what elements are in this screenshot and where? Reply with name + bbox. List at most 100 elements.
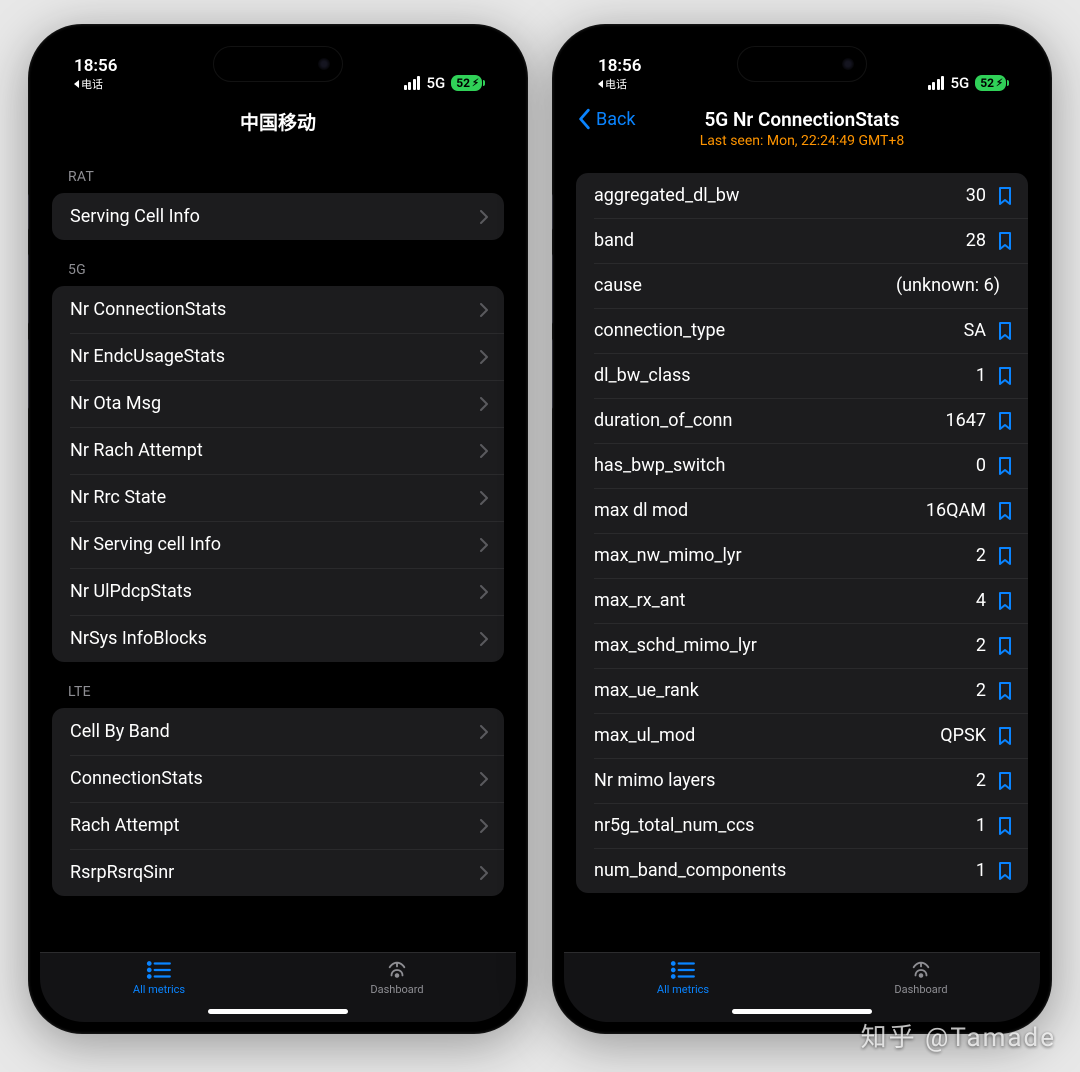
chevron-right-icon (480, 538, 488, 552)
list-item-label: Nr Rrc State (70, 487, 166, 508)
list-item[interactable]: Nr Serving cell Info (52, 521, 504, 568)
list-item[interactable]: Nr UlPdcpStats (52, 568, 504, 615)
bookmark-icon[interactable] (998, 187, 1012, 205)
screen-left: 18:56 电话 5G 52⚡︎ 中国移动 RATServing Cell In… (40, 36, 516, 1022)
content-right[interactable]: aggregated_dl_bw30band28cause(unknown: 6… (564, 161, 1040, 952)
stat-value: 2 (976, 770, 986, 791)
chevron-right-icon (480, 725, 488, 739)
bookmark-icon[interactable] (998, 502, 1012, 520)
section-header: LTE (52, 662, 504, 708)
chevron-right-icon (480, 303, 488, 317)
stat-row: max_ue_rank2 (576, 668, 1028, 713)
bookmark-icon[interactable] (998, 772, 1012, 790)
phone-right: 18:56 电话 5G 52⚡︎ Back 5G Nr ConnectionSt… (552, 24, 1052, 1034)
list-item[interactable]: Nr Rrc State (52, 474, 504, 521)
stat-value: 2 (976, 680, 986, 701)
stat-value: 1 (976, 365, 986, 386)
list-item[interactable]: Nr ConnectionStats (52, 286, 504, 333)
chevron-left-icon (578, 108, 592, 130)
bookmark-icon[interactable] (998, 862, 1012, 880)
tab-all-metrics[interactable]: All metrics (40, 959, 278, 996)
stat-key: duration_of_conn (594, 410, 946, 431)
content-left[interactable]: RATServing Cell Info5GNr ConnectionStats… (40, 147, 516, 952)
home-indicator[interactable] (564, 1000, 1040, 1022)
bookmark-icon[interactable] (998, 682, 1012, 700)
stat-row: duration_of_conn1647 (576, 398, 1028, 443)
stat-key: max_schd_mimo_lyr (594, 635, 976, 656)
tab-all-metrics[interactable]: All metrics (564, 959, 802, 996)
bookmark-icon[interactable] (998, 727, 1012, 745)
stats-group: aggregated_dl_bw30band28cause(unknown: 6… (576, 173, 1028, 893)
list-item[interactable]: NrSys InfoBlocks (52, 615, 504, 662)
stat-row: max_nw_mimo_lyr2 (576, 533, 1028, 578)
bookmark-icon[interactable] (998, 592, 1012, 610)
section-header: 5G (52, 240, 504, 286)
tab-dashboard[interactable]: Dashboard (278, 959, 516, 996)
list-item[interactable]: Nr Rach Attempt (52, 427, 504, 474)
stat-row: nr5g_total_num_ccs1 (576, 803, 1028, 848)
network-label: 5G (950, 74, 969, 92)
stat-key: band (594, 230, 966, 251)
home-indicator[interactable] (40, 1000, 516, 1022)
back-button[interactable]: Back (578, 108, 636, 130)
stat-row: num_band_components1 (576, 848, 1028, 893)
list-item[interactable]: Rach Attempt (52, 802, 504, 849)
list-item[interactable]: Nr Ota Msg (52, 380, 504, 427)
chevron-right-icon (480, 819, 488, 833)
network-label: 5G (426, 74, 445, 92)
list-item[interactable]: Cell By Band (52, 708, 504, 755)
bookmark-icon[interactable] (998, 457, 1012, 475)
stat-value: 1647 (946, 410, 986, 431)
bookmark-icon[interactable] (998, 322, 1012, 340)
bookmark-icon[interactable] (998, 817, 1012, 835)
stat-value: 4 (976, 590, 986, 611)
list-group: Serving Cell Info (52, 193, 504, 240)
stat-value: 1 (976, 860, 986, 881)
bookmark-icon[interactable] (998, 232, 1012, 250)
stat-key: connection_type (594, 320, 964, 341)
list-item-label: Cell By Band (70, 721, 170, 742)
back-to-app[interactable]: 电话 (74, 76, 103, 92)
bookmark-icon[interactable] (998, 367, 1012, 385)
back-to-app[interactable]: 电话 (598, 76, 627, 92)
stat-key: cause (594, 275, 896, 296)
list-item-label: Nr EndcUsageStats (70, 346, 225, 367)
list-group: Cell By Band ConnectionStats Rach Attempt R… (52, 708, 504, 896)
nav-header: Back 5G Nr ConnectionStats Last seen: Mo… (564, 94, 1040, 161)
list-item-label: Rach Attempt (70, 815, 179, 836)
stat-value: QPSK (940, 725, 986, 746)
bookmark-icon[interactable] (998, 412, 1012, 430)
tabbar: All metrics Dashboard (40, 952, 516, 1000)
stat-row: connection_typeSA (576, 308, 1028, 353)
stat-key: Nr mimo layers (594, 770, 976, 791)
stat-row: Nr mimo layers2 (576, 758, 1028, 803)
page-title: 5G Nr ConnectionStats (576, 108, 1028, 131)
list-item-label: Nr Serving cell Info (70, 534, 221, 555)
stat-row: max dl mod16QAM (576, 488, 1028, 533)
bookmark-icon[interactable] (998, 637, 1012, 655)
tab-dashboard[interactable]: Dashboard (802, 959, 1040, 996)
phone-left: 18:56 电话 5G 52⚡︎ 中国移动 RATServing Cell In… (28, 24, 528, 1034)
list-item[interactable]: RsrpRsrqSinr (52, 849, 504, 896)
stat-value: 2 (976, 635, 986, 656)
list-item-label: Nr ConnectionStats (70, 299, 226, 320)
list-item[interactable]: ConnectionStats (52, 755, 504, 802)
list-item-label: NrSys InfoBlocks (70, 628, 207, 649)
status-time: 18:56 (74, 56, 117, 76)
list-item[interactable]: Nr EndcUsageStats (52, 333, 504, 380)
chevron-right-icon (480, 210, 488, 224)
stat-key: max_ul_mod (594, 725, 940, 746)
tabbar: All metrics Dashboard (564, 952, 1040, 1000)
chevron-right-icon (480, 585, 488, 599)
list-item[interactable]: Serving Cell Info (52, 193, 504, 240)
stat-value: SA (964, 320, 986, 341)
stat-key: dl_bw_class (594, 365, 976, 386)
bookmark-icon[interactable] (998, 547, 1012, 565)
stat-row: aggregated_dl_bw30 (576, 173, 1028, 218)
list-item-label: Nr Ota Msg (70, 393, 161, 414)
stat-key: max_rx_ant (594, 590, 976, 611)
list-item-label: RsrpRsrqSinr (70, 862, 174, 883)
list-item-label: Serving Cell Info (70, 206, 200, 227)
list-item-label: Nr UlPdcpStats (70, 581, 192, 602)
stat-value: (unknown: 6) (896, 275, 1000, 296)
